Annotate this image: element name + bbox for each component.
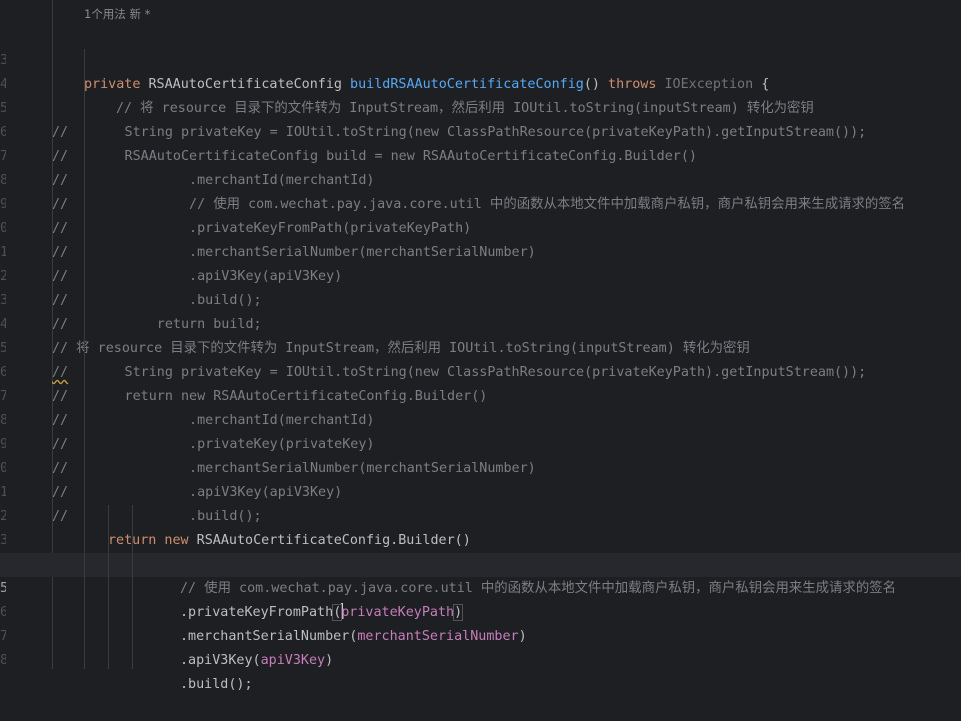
- code-line[interactable]: 5 // String privateKey = IOUtil.toString…: [0, 313, 961, 380]
- code-text: .apiV3Key(apiV3Key): [180, 653, 334, 668]
- code-line[interactable]: 8 // .privateKey(privateKey): [0, 385, 961, 452]
- code-line[interactable]: 7 .apiV3Key(apiV3Key): [0, 601, 961, 668]
- code-line[interactable]: 6 // RSAAutoCertificateConfig build = ne…: [0, 97, 961, 164]
- current-code-line[interactable]: 5 .privateKeyFromPath(privateKeyPath): [0, 553, 961, 621]
- code-line[interactable]: 2 // .build();: [0, 241, 961, 308]
- code-line[interactable]: 0 // .apiV3Key(apiV3Key): [0, 433, 961, 500]
- code-line[interactable]: 4 // 将 resource 目录下的文件转为 InputStream，然后利…: [0, 289, 961, 356]
- code-line[interactable]: 6 // return new RSAAutoCertificateConfig…: [0, 337, 961, 404]
- code-line[interactable]: 7 // .merchantId(merchantId): [0, 121, 961, 188]
- code-line[interactable]: 1 // .build();: [0, 457, 961, 524]
- code-line[interactable]: 9 // .privateKeyFromPath(privateKeyPath): [0, 169, 961, 236]
- indent-guide: [108, 505, 109, 669]
- code-line[interactable]: 3 .merchantId(merchantId): [0, 505, 961, 572]
- code-line[interactable]: 1 // .apiV3Key(apiV3Key): [0, 217, 961, 284]
- line-number: 8: [0, 653, 6, 668]
- code-line[interactable]: 0 // .merchantSerialNumber(merchantSeria…: [0, 193, 961, 260]
- code-line[interactable]: 5 // String privateKey = IOUtil.toString…: [0, 73, 961, 140]
- code-editor[interactable]: 1个用法 新 * 3 private RSAAutoCertificateCon…: [0, 0, 961, 692]
- code-line[interactable]: 3 private RSAAutoCertificateConfig build…: [0, 25, 961, 92]
- indent-guide: [132, 505, 133, 669]
- code-line[interactable]: 7 // .merchantId(merchantId): [0, 361, 961, 428]
- code-line[interactable]: 4 // 将 resource 目录下的文件转为 InputStream，然后利…: [0, 49, 961, 116]
- code-line[interactable]: 8 .build();: [0, 625, 961, 692]
- code-line[interactable]: 3 // return build;: [0, 265, 961, 332]
- indent-guide: [84, 49, 85, 669]
- usage-inlay-hint[interactable]: 1个用法 新 *: [84, 2, 150, 26]
- code-line[interactable]: 4 // 使用 com.wechat.pay.java.core.util 中的…: [0, 529, 961, 596]
- code-line[interactable]: 6 .merchantSerialNumber(merchantSerialNu…: [0, 577, 961, 644]
- code-line[interactable]: 8 // // 使用 com.wechat.pay.java.core.util…: [0, 145, 961, 212]
- code-text: .build();: [180, 677, 253, 692]
- code-line[interactable]: 2 return new RSAAutoCertificateConfig.Bu…: [0, 481, 961, 548]
- code-line[interactable]: 9 // .merchantSerialNumber(merchantSeria…: [0, 409, 961, 476]
